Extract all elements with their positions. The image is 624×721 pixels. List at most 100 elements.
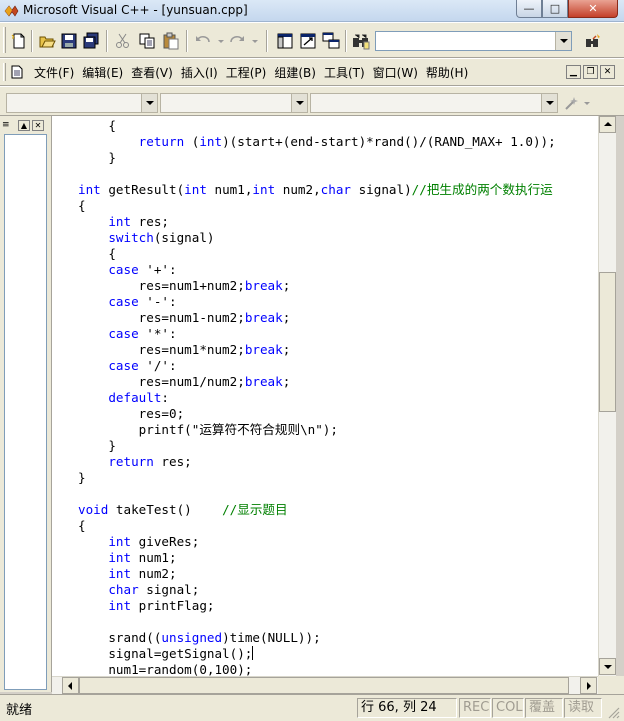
filter-combo[interactable]: [160, 93, 308, 113]
redo-icon[interactable]: [228, 32, 246, 50]
code-line[interactable]: case '/':: [78, 358, 556, 374]
code-line[interactable]: int res;: [78, 214, 556, 230]
code-line[interactable]: res=num1+num2;break;: [78, 278, 556, 294]
code-line[interactable]: case '*':: [78, 326, 556, 342]
open-folder-icon[interactable]: [38, 32, 56, 50]
workspace-icon[interactable]: [276, 32, 294, 50]
code-line[interactable]: int getResult(int num1,int num2,char sig…: [78, 182, 556, 198]
menu-grip[interactable]: [3, 63, 6, 81]
menu-edit[interactable]: 编辑(E): [78, 64, 127, 82]
doc-close-button[interactable]: ✕: [600, 65, 615, 79]
code-token: res=num1/num2;: [78, 374, 245, 389]
class-combo-arrow[interactable]: [141, 94, 157, 112]
code-line[interactable]: {: [78, 246, 556, 262]
save-all-icon[interactable]: [82, 32, 100, 50]
resize-grip-icon[interactable]: [606, 705, 620, 719]
doc-restore-button[interactable]: ❐: [583, 65, 598, 79]
doc-minimize-button[interactable]: ▁: [566, 65, 581, 79]
workspace-tree[interactable]: [4, 134, 47, 690]
code-token: ;: [282, 374, 291, 389]
scroll-down-button[interactable]: [599, 658, 616, 675]
find-combo[interactable]: [375, 31, 572, 51]
vertical-scrollbar[interactable]: [598, 116, 616, 676]
menu-view[interactable]: 查看(V): [127, 64, 177, 82]
maximize-button[interactable]: □: [542, 0, 568, 18]
output-icon[interactable]: [299, 32, 317, 50]
menu-project[interactable]: 工程(P): [222, 64, 271, 82]
document-icon[interactable]: [10, 65, 24, 79]
horizontal-scrollbar[interactable]: [52, 676, 598, 694]
code-line[interactable]: [78, 486, 556, 502]
class-combo[interactable]: [6, 93, 158, 113]
save-icon[interactable]: [60, 32, 78, 50]
window-list-icon[interactable]: [322, 32, 340, 50]
code-line[interactable]: res=0;: [78, 406, 556, 422]
vertical-scroll-thumb[interactable]: [599, 272, 616, 412]
code-line[interactable]: case '-':: [78, 294, 556, 310]
code-line[interactable]: res=num1-num2;break;: [78, 310, 556, 326]
code-line[interactable]: res=num1*num2;break;: [78, 342, 556, 358]
code-line[interactable]: int giveRes;: [78, 534, 556, 550]
panel-grip-icon[interactable]: ≡: [2, 120, 14, 130]
status-cursor-position: 行 66, 列 24: [357, 698, 457, 718]
filter-combo-arrow[interactable]: [291, 94, 307, 112]
scroll-right-button[interactable]: [580, 677, 597, 694]
find-icon[interactable]: [584, 32, 602, 50]
members-combo-arrow[interactable]: [541, 94, 557, 112]
menu-tools[interactable]: 工具(T): [320, 64, 369, 82]
code-line[interactable]: return (int)(start+(end-start)*rand()/(R…: [78, 134, 556, 150]
wizard-action-icon[interactable]: [563, 94, 581, 112]
code-line[interactable]: printf("运算符不符合规则\n");: [78, 422, 556, 438]
status-bar: 就绪 行 66, 列 24 REC COL 覆盖 读取: [0, 694, 624, 721]
code-line[interactable]: default:: [78, 390, 556, 406]
toolbar-grip[interactable]: [3, 27, 6, 53]
minimize-button[interactable]: —: [516, 0, 542, 18]
menu-window[interactable]: 窗口(W): [369, 64, 422, 82]
new-file-icon[interactable]: [10, 32, 28, 50]
code-line[interactable]: }: [78, 470, 556, 486]
code-line[interactable]: char signal;: [78, 582, 556, 598]
code-line[interactable]: {: [78, 198, 556, 214]
close-button[interactable]: ✕: [568, 0, 618, 18]
code-line[interactable]: }: [78, 438, 556, 454]
code-line[interactable]: srand((unsigned)time(NULL));: [78, 630, 556, 646]
undo-icon[interactable]: [194, 32, 212, 50]
code-line[interactable]: signal=getSignal();: [78, 646, 556, 662]
code-line[interactable]: void takeTest() //显示题目: [78, 502, 556, 518]
code-line[interactable]: return res;: [78, 454, 556, 470]
cut-icon[interactable]: [114, 32, 132, 50]
code-line[interactable]: switch(signal): [78, 230, 556, 246]
code-editor[interactable]: { return (int)(start+(end-start)*rand()/…: [52, 116, 598, 676]
find-combo-arrow[interactable]: [555, 32, 571, 50]
code-line[interactable]: }: [78, 150, 556, 166]
redo-dropdown-icon[interactable]: [246, 32, 258, 50]
scroll-up-button[interactable]: [599, 116, 616, 133]
code-line[interactable]: res=num1/num2;break;: [78, 374, 556, 390]
code-line[interactable]: int num1;: [78, 550, 556, 566]
code-token: getResult(: [100, 182, 185, 197]
find-in-files-icon[interactable]: [352, 32, 370, 50]
menu-help[interactable]: 帮助(H): [422, 64, 472, 82]
code-line[interactable]: {: [78, 118, 556, 134]
wizard-dropdown-icon[interactable]: [583, 94, 591, 112]
panel-maximize-icon[interactable]: ▲: [18, 120, 30, 131]
menu-build[interactable]: 组建(B): [270, 64, 320, 82]
code-text[interactable]: { return (int)(start+(end-start)*rand()/…: [78, 118, 556, 676]
horizontal-scroll-thumb[interactable]: [79, 677, 569, 694]
code-line[interactable]: case '+':: [78, 262, 556, 278]
panel-close-icon[interactable]: ✕: [32, 120, 44, 131]
members-combo[interactable]: [310, 93, 558, 113]
code-line[interactable]: num1=random(0,100);: [78, 662, 556, 676]
code-line[interactable]: {: [78, 518, 556, 534]
scroll-left-button[interactable]: [62, 677, 79, 694]
code-line[interactable]: [78, 166, 556, 182]
code-line[interactable]: int num2;: [78, 566, 556, 582]
code-token: signal=getSignal();: [78, 646, 253, 661]
menu-insert[interactable]: 插入(I): [177, 64, 222, 82]
paste-icon[interactable]: [162, 32, 180, 50]
undo-dropdown-icon[interactable]: [212, 32, 224, 50]
copy-icon[interactable]: [138, 32, 156, 50]
code-line[interactable]: [78, 614, 556, 630]
code-line[interactable]: int printFlag;: [78, 598, 556, 614]
menu-file[interactable]: 文件(F): [30, 64, 78, 82]
